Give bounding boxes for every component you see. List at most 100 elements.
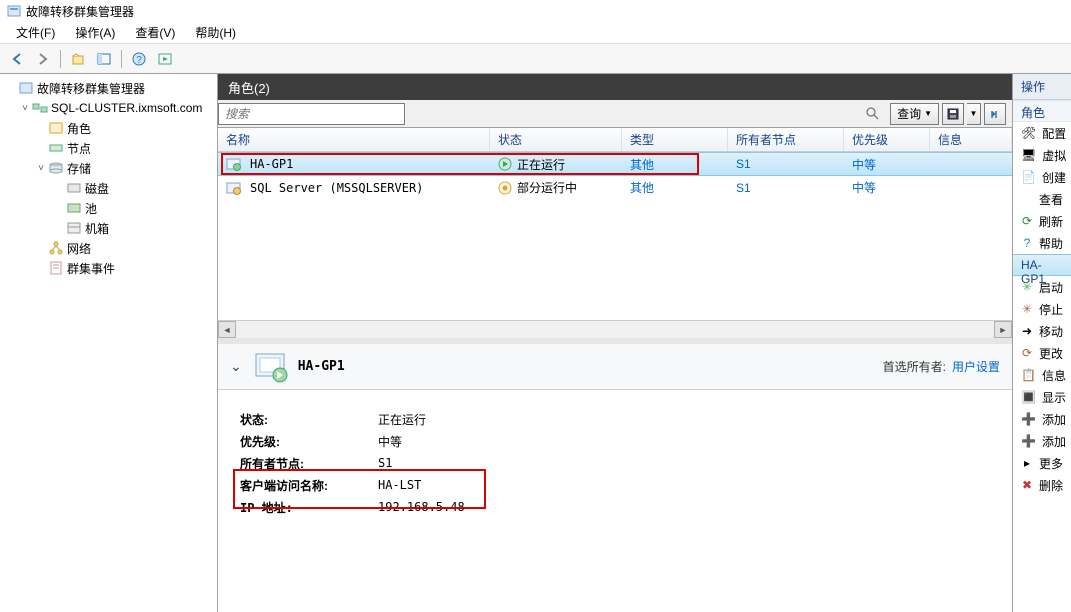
- detail-row-ip: IP 地址: 192.168.5.48: [240, 496, 990, 518]
- refresh-icon: ⟳: [1021, 213, 1033, 229]
- tree-disks[interactable]: 磁盘: [0, 178, 217, 198]
- tree-storage[interactable]: ˅ 存储: [0, 158, 217, 178]
- detail-row-priority: 优先级: 中等: [240, 430, 990, 452]
- col-type[interactable]: 类型: [622, 128, 728, 151]
- back-button[interactable]: [5, 48, 29, 70]
- action-vm[interactable]: 🖥虚拟: [1013, 144, 1071, 166]
- tree-pools[interactable]: 池: [0, 198, 217, 218]
- show-pane-button[interactable]: [92, 48, 116, 70]
- action-stop[interactable]: ✳停止: [1013, 298, 1071, 320]
- up-button[interactable]: [66, 48, 90, 70]
- run-button[interactable]: [153, 48, 177, 70]
- col-name[interactable]: 名称: [218, 128, 490, 151]
- role-big-icon: [254, 350, 288, 384]
- list-options-button[interactable]: [984, 103, 1006, 125]
- detail-header: ⌄ HA-GP1 首选所有者: 用户设置: [218, 344, 1012, 390]
- cell-name: SQL Server (MSSQLSERVER): [250, 181, 423, 195]
- menu-action[interactable]: 操作(A): [65, 22, 125, 43]
- col-status[interactable]: 状态: [490, 128, 622, 151]
- nodes-icon: [48, 140, 64, 156]
- detail-key: 优先级:: [240, 433, 378, 450]
- menu-view[interactable]: 查看(V): [125, 22, 185, 43]
- toolbar: ?: [0, 44, 1071, 74]
- detail-value: HA-LST: [378, 478, 421, 492]
- action-start[interactable]: ✳启动: [1013, 276, 1071, 298]
- action-create[interactable]: 📄创建: [1013, 166, 1071, 188]
- tree-cluster[interactable]: ˅ SQL-CLUSTER.ixmsoft.com: [0, 98, 217, 118]
- change-icon: ⟳: [1021, 345, 1033, 361]
- cell-name: HA-GP1: [250, 157, 293, 171]
- cell-priority: 中等: [844, 179, 930, 196]
- tree-root[interactable]: 故障转移群集管理器: [0, 78, 217, 98]
- tree-events[interactable]: 群集事件: [0, 258, 217, 278]
- cell-type[interactable]: 其他: [622, 156, 728, 173]
- scrollbar-horizontal[interactable]: ◄ ►: [218, 320, 1012, 338]
- nav-tree: 故障转移群集管理器 ˅ SQL-CLUSTER.ixmsoft.com 角色 节…: [0, 74, 218, 612]
- more-icon: ▸: [1021, 455, 1033, 471]
- tree-networks[interactable]: 网络: [0, 238, 217, 258]
- col-info[interactable]: 信息: [930, 128, 1012, 151]
- actions-section-roles: 角色: [1013, 100, 1071, 122]
- detail-body: 状态: 正在运行 优先级: 中等 所有者节点: S1 客户端访问名称: HA-L…: [218, 390, 1012, 536]
- forward-button[interactable]: [31, 48, 55, 70]
- chevron-down-icon: ▼: [924, 109, 932, 118]
- detail-key: 客户端访问名称:: [240, 477, 378, 494]
- network-icon: [48, 240, 64, 256]
- table-row[interactable]: SQL Server (MSSQLSERVER) 部分运行中 其他 S1 中等: [218, 176, 1012, 200]
- action-more[interactable]: ▸更多: [1013, 452, 1071, 474]
- detail-row-owner: 所有者节点: S1: [240, 452, 990, 474]
- cluster-manager-icon: [18, 80, 34, 96]
- help-button[interactable]: ?: [127, 48, 151, 70]
- search-input[interactable]: [218, 103, 405, 125]
- col-priority[interactable]: 优先级: [844, 128, 930, 151]
- move-icon: ➜: [1021, 323, 1033, 339]
- search-icon[interactable]: [865, 106, 879, 120]
- separator: [121, 50, 122, 68]
- tree-nodes[interactable]: 节点: [0, 138, 217, 158]
- table-row[interactable]: HA-GP1 正在运行 其他 S1 中等: [218, 152, 1012, 176]
- tree-enclosures[interactable]: 机箱: [0, 218, 217, 238]
- pool-icon: [66, 200, 82, 216]
- events-icon: [48, 260, 64, 276]
- query-button[interactable]: 查询▼: [890, 103, 939, 125]
- preferred-owner-link[interactable]: 用户设置: [952, 358, 1000, 375]
- action-show[interactable]: 🔳显示: [1013, 386, 1071, 408]
- save-button[interactable]: [942, 103, 964, 125]
- tree-roles[interactable]: 角色: [0, 118, 217, 138]
- detail-value: S1: [378, 456, 392, 470]
- partial-icon: [498, 181, 512, 195]
- info-icon: 📋: [1021, 367, 1036, 383]
- scroll-left[interactable]: ◄: [218, 321, 236, 338]
- add-icon: ➕: [1021, 433, 1036, 449]
- save-dropdown[interactable]: ▼: [967, 103, 981, 125]
- cell-status: 正在运行: [517, 156, 565, 173]
- cell-owner[interactable]: S1: [728, 157, 844, 171]
- action-move[interactable]: ➜移动: [1013, 320, 1071, 342]
- roles-grid: 名称 状态 类型 所有者节点 优先级 信息 HA-GP1 正在运行: [218, 128, 1012, 338]
- role-icon: [226, 180, 242, 196]
- cell-owner[interactable]: S1: [728, 181, 844, 195]
- tree-toggle-icon[interactable]: ˅: [18, 103, 32, 114]
- cell-type[interactable]: 其他: [622, 179, 728, 196]
- action-delete[interactable]: ✖删除: [1013, 474, 1071, 496]
- action-configure[interactable]: 🛠配置: [1013, 122, 1071, 144]
- col-owner[interactable]: 所有者节点: [728, 128, 844, 151]
- cell-status: 部分运行中: [517, 179, 577, 196]
- action-add-resource[interactable]: ➕添加: [1013, 430, 1071, 452]
- role-icon: [226, 156, 242, 172]
- collapse-icon[interactable]: ⌄: [230, 358, 242, 375]
- action-add[interactable]: ➕添加: [1013, 408, 1071, 430]
- action-view[interactable]: 查看: [1013, 188, 1071, 210]
- cell-priority: 中等: [844, 156, 930, 173]
- action-change[interactable]: ⟳更改: [1013, 342, 1071, 364]
- roles-header-label: 角色(2): [228, 78, 270, 97]
- gear-icon: 🛠: [1021, 125, 1036, 141]
- help-icon: ?: [1021, 235, 1033, 251]
- action-info[interactable]: 📋信息: [1013, 364, 1071, 386]
- action-refresh[interactable]: ⟳刷新: [1013, 210, 1071, 232]
- menu-help[interactable]: 帮助(H): [185, 22, 246, 43]
- action-help[interactable]: ?帮助: [1013, 232, 1071, 254]
- tree-toggle-icon[interactable]: ˅: [34, 163, 48, 174]
- menu-file[interactable]: 文件(F): [6, 22, 65, 43]
- scroll-right[interactable]: ►: [994, 321, 1012, 338]
